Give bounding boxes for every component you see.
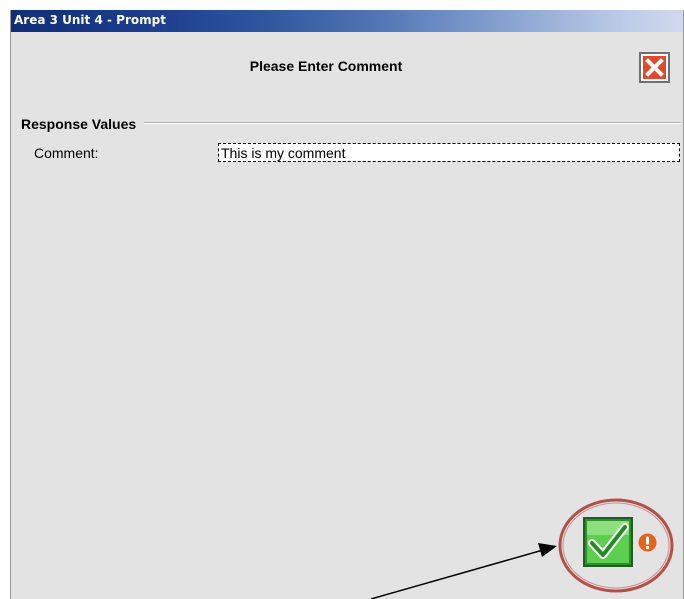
window-title: Area 3 Unit 4 - Prompt [14,13,166,27]
prompt-dialog: Area 3 Unit 4 - Prompt Please Enter Comm… [10,10,684,599]
close-icon [645,58,664,77]
warning-icon [638,533,657,552]
exclamation-icon [638,533,657,552]
dialog-heading: Please Enter Comment [249,58,403,74]
close-button[interactable] [639,52,670,83]
comment-label: Comment: [34,145,99,161]
ok-button[interactable] [583,517,633,567]
checkmark-icon [583,517,633,567]
title-bar[interactable]: Area 3 Unit 4 - Prompt [11,10,683,32]
section-title: Response Values [21,116,145,132]
comment-input[interactable] [218,143,680,162]
